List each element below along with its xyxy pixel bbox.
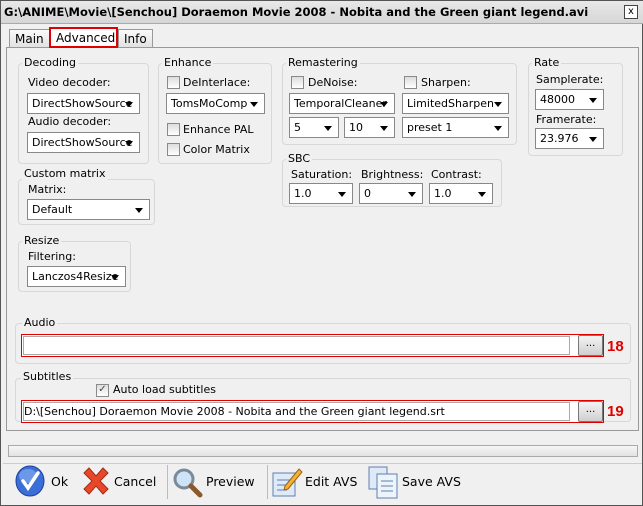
window-title: G:\ANIME\Movie\[Senchou] Doraemon Movie … [1, 1, 643, 24]
cancel-label[interactable]: Cancel [114, 474, 156, 489]
saturation-select[interactable]: 1.0 [289, 183, 353, 204]
cancel-button[interactable] [80, 465, 112, 497]
enhance-pal-label: Enhance PAL [183, 123, 254, 136]
denoise-checkbox[interactable] [291, 76, 304, 89]
audio-marker: 18 [607, 338, 624, 355]
remastering-label: Remastering [286, 56, 360, 69]
color-matrix-checkbox[interactable] [167, 143, 180, 156]
filtering-label: Filtering: [28, 250, 76, 263]
brightness-label: Brightness: [361, 168, 424, 181]
contrast-label: Contrast: [431, 168, 482, 181]
enhance-label: Enhance [162, 56, 214, 69]
decoding-label: Decoding [22, 56, 79, 69]
magnifier-icon [173, 468, 203, 498]
edit-avs-label[interactable]: Edit AVS [305, 474, 357, 489]
subtitles-file-field[interactable]: D:\[Senchou] Doraemon Movie 2008 - Nobit… [21, 400, 604, 423]
save-avs-label[interactable]: Save AVS [402, 474, 461, 489]
resize-label: Resize [22, 234, 62, 247]
tab-info[interactable]: Info [118, 29, 153, 48]
denoise-param1-select[interactable]: 5 [289, 117, 339, 138]
brightness-select[interactable]: 0 [359, 183, 423, 204]
denoise-param2-select[interactable]: 10 [344, 117, 395, 138]
matrix-select[interactable]: Default [27, 199, 150, 220]
framerate-select[interactable]: 23.976 [535, 128, 604, 149]
enhance-pal-checkbox[interactable] [167, 123, 180, 136]
sharpen-preset-select[interactable]: preset 1 [402, 117, 509, 138]
subtitles-file-value[interactable]: D:\[Senchou] Doraemon Movie 2008 - Nobit… [24, 405, 445, 418]
denoise-select[interactable]: TemporalCleaner [289, 93, 395, 114]
subtitles-label: Subtitles [21, 370, 74, 383]
progress-bar [8, 445, 638, 457]
color-matrix-label: Color Matrix [183, 143, 250, 156]
sharpen-select[interactable]: LimitedSharpen [402, 93, 509, 114]
contrast-select[interactable]: 1.0 [429, 183, 493, 204]
audio-file-field[interactable] [21, 334, 604, 357]
sharpen-checkbox[interactable] [404, 76, 417, 89]
sbc-label: SBC [286, 152, 313, 165]
documents-icon [368, 466, 398, 499]
filtering-select[interactable]: Lanczos4Resize [27, 266, 126, 287]
saturation-label: Saturation: [291, 168, 353, 181]
rate-label: Rate [532, 56, 562, 69]
audio-decoder-label: Audio decoder: [28, 115, 112, 128]
tab-advanced[interactable]: Advanced [49, 27, 118, 48]
red-x-icon [83, 467, 109, 495]
preview-button[interactable] [172, 466, 204, 498]
edit-avs-button[interactable] [271, 464, 303, 498]
samplerate-select[interactable]: 48000 [535, 89, 604, 110]
checkmark-icon [15, 465, 45, 497]
preview-label[interactable]: Preview [206, 474, 255, 489]
save-avs-button[interactable] [367, 465, 399, 499]
deinterlace-label: DeInterlace: [183, 76, 251, 89]
audio-browse-button[interactable]: ... [578, 335, 603, 356]
denoise-label: DeNoise: [308, 76, 358, 89]
custom-matrix-label: Custom matrix [22, 167, 108, 180]
samplerate-label: Samplerate: [536, 73, 604, 86]
matrix-label: Matrix: [28, 183, 67, 196]
edit-document-icon [272, 468, 303, 497]
subtitles-marker: 19 [607, 403, 624, 420]
tab-main[interactable]: Main [9, 29, 50, 48]
deinterlace-select[interactable]: TomsMoComp [166, 93, 265, 114]
framerate-label: Framerate: [536, 113, 597, 126]
audio-decoder-select[interactable]: DirectShowSource [27, 132, 140, 153]
video-decoder-label: Video decoder: [28, 76, 111, 89]
close-button[interactable]: x [624, 5, 638, 19]
subtitles-browse-button[interactable]: ... [578, 401, 603, 422]
auto-load-subtitles-checkbox[interactable]: ✓ [96, 384, 109, 397]
ok-label[interactable]: Ok [51, 474, 68, 489]
audio-label: Audio [22, 316, 58, 329]
sharpen-label: Sharpen: [421, 76, 471, 89]
video-decoder-select[interactable]: DirectShowSource [27, 93, 140, 114]
ok-button[interactable] [15, 464, 47, 498]
auto-load-subtitles-label: Auto load subtitles [113, 383, 216, 396]
deinterlace-checkbox[interactable] [167, 76, 180, 89]
